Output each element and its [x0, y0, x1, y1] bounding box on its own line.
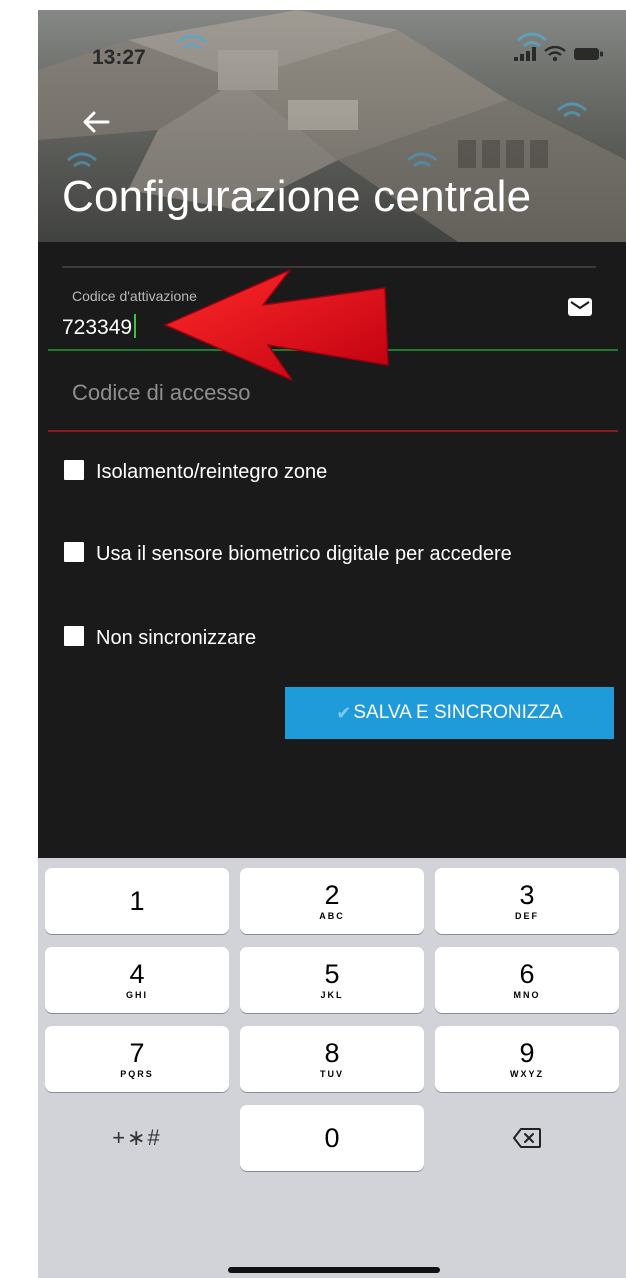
checkbox-row-no-sync[interactable]: Non sincronizzare — [64, 624, 256, 652]
backspace-icon — [513, 1128, 541, 1148]
key-number: 6 — [519, 959, 535, 989]
key-3[interactable]: 3 DEF — [435, 868, 619, 934]
signal-icon — [514, 47, 536, 61]
zone-isolation-label: Isolamento/reintegro zone — [96, 461, 328, 483]
key-number: 5 — [324, 959, 340, 989]
key-letters: PQRS — [120, 1069, 154, 1079]
activation-code-value: 723349 — [62, 316, 133, 339]
activation-code-underline — [48, 349, 618, 351]
key-9[interactable]: 9 WXYZ — [435, 1026, 619, 1092]
status-time: 13:27 — [92, 46, 146, 69]
key-2[interactable]: 2 ABC — [240, 868, 424, 934]
symbols-label: +∗# — [112, 1125, 162, 1150]
key-symbols[interactable]: +∗# — [45, 1105, 229, 1171]
save-and-sync-button[interactable]: ✔ SALVA E SINCRONIZZA — [285, 687, 614, 739]
no-sync-label: Non sincronizzare — [96, 627, 257, 649]
key-letters: GHI — [125, 990, 148, 1000]
access-code-underline — [48, 430, 618, 432]
mail-icon[interactable] — [568, 298, 592, 316]
key-number: 3 — [519, 880, 535, 910]
save-and-sync-label: SALVA E SINCRONIZZA — [353, 702, 563, 723]
activation-code-label: Codice d'attivazione — [72, 288, 197, 304]
no-sync-checkbox[interactable] — [64, 626, 84, 646]
header: 13:27 Configurazione centrale — [38, 10, 626, 242]
battery-icon — [574, 48, 603, 60]
key-letters: JKL — [320, 990, 344, 1000]
key-0[interactable]: 0 — [240, 1105, 424, 1171]
key-number: 4 — [129, 959, 145, 989]
divider — [62, 266, 596, 268]
biometric-label: Usa il sensore biometrico digitale per a… — [96, 543, 512, 565]
key-number: 1 — [129, 886, 145, 916]
key-number: 8 — [324, 1038, 340, 1068]
delete-key[interactable] — [435, 1105, 619, 1171]
key-number: 7 — [129, 1038, 145, 1068]
numeric-keypad: 1 2 ABC 3 DEF 4 GHI 5 JKL 6 MNO 7 PQRS 8… — [38, 858, 626, 1278]
biometric-checkbox[interactable] — [64, 542, 84, 562]
checkmark-icon: ✔ — [336, 702, 352, 723]
key-letters: WXYZ — [510, 1069, 544, 1079]
key-letters: TUV — [320, 1069, 344, 1079]
key-5[interactable]: 5 JKL — [240, 947, 424, 1013]
key-letters: MNO — [513, 990, 541, 1000]
key-letters: ABC — [319, 911, 345, 921]
key-number: 9 — [519, 1038, 535, 1068]
status-icons — [514, 46, 604, 62]
key-4[interactable]: 4 GHI — [45, 947, 229, 1013]
key-letters: DEF — [515, 911, 539, 921]
page-title: Configurazione centrale — [62, 172, 532, 221]
checkbox-row-biometric[interactable]: Usa il sensore biometrico digitale per a… — [64, 540, 584, 568]
arrow-left-icon[interactable] — [78, 104, 114, 140]
home-indicator[interactable] — [228, 1267, 440, 1273]
text-cursor — [134, 314, 137, 338]
phone-screen: 13:27 Configurazione centrale Codice d'a… — [38, 10, 626, 1278]
wifi-icon — [544, 46, 566, 62]
checkbox-row-zone-isolation[interactable]: Isolamento/reintegro zone — [64, 458, 327, 486]
key-6[interactable]: 6 MNO — [435, 947, 619, 1013]
key-number: 0 — [324, 1123, 340, 1153]
zone-isolation-checkbox[interactable] — [64, 460, 84, 480]
key-1[interactable]: 1 — [45, 868, 229, 934]
activation-code-input[interactable]: 723349 — [62, 314, 137, 340]
key-7[interactable]: 7 PQRS — [45, 1026, 229, 1092]
access-code-input[interactable]: Codice di accesso — [72, 380, 251, 406]
key-8[interactable]: 8 TUV — [240, 1026, 424, 1092]
key-number: 2 — [324, 880, 340, 910]
